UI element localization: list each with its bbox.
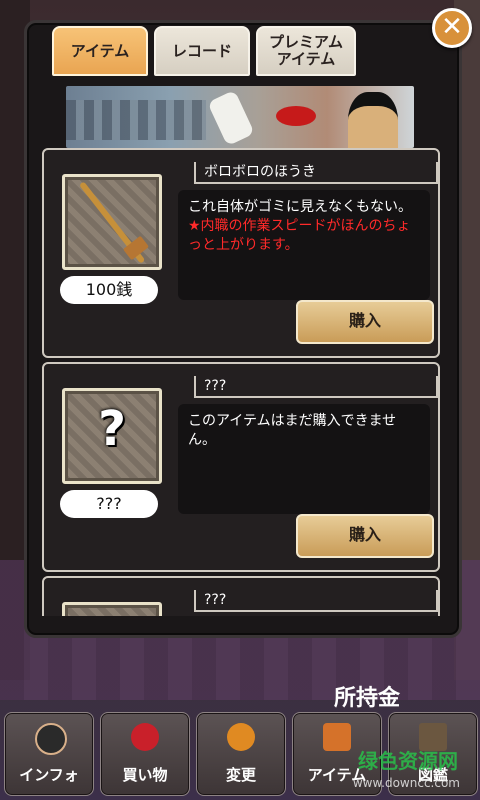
tab-premium-label: プレミアム アイテム	[269, 33, 343, 68]
watermark: 绿色资源网	[358, 749, 458, 773]
nav-info[interactable]: インフォ	[4, 712, 94, 796]
tab-items-label: アイテム	[70, 41, 130, 60]
info-icon	[35, 723, 67, 755]
item-icon	[323, 723, 351, 751]
price-label: ???	[60, 490, 158, 518]
item-name: ???	[194, 590, 438, 612]
item-description: これ自体がゴミに見えなくもない。	[188, 199, 412, 215]
nav-info-label: インフォ	[19, 766, 79, 784]
item-name: ボロボロのほうき	[194, 162, 438, 184]
buy-button[interactable]: 購入	[296, 300, 434, 344]
nav-shopping[interactable]: 買い物	[100, 712, 190, 796]
item-description-box: これ自体がゴミに見えなくもない。 ★内職の作業スピードがほんのちょっと上がります…	[178, 190, 430, 300]
nav-change-label: 変更	[225, 766, 256, 784]
bottle-graphic	[207, 89, 255, 147]
tab-records[interactable]: レコード	[154, 26, 250, 76]
item-card: ???	[42, 576, 440, 616]
item-description: このアイテムはまだ購入できません。	[188, 413, 397, 448]
item-name: ???	[194, 376, 438, 398]
question-icon: ?	[98, 401, 126, 457]
price-label: 100銭	[60, 276, 158, 304]
shelf-graphic	[66, 100, 206, 140]
item-effect: ★内職の作業スピードがほんのちょっと上がります。	[188, 218, 411, 253]
nav-shopping-label: 買い物	[122, 766, 168, 784]
tab-premium-items[interactable]: プレミアム アイテム	[256, 26, 356, 76]
close-button[interactable]: ✕	[432, 8, 472, 48]
watermark-sub: www.downcc.com	[352, 776, 460, 790]
tab-records-label: レコード	[171, 41, 232, 60]
close-icon: ✕	[441, 12, 463, 42]
item-card: 100銭 ボロボロのほうき これ自体がゴミに見えなくもない。 ★内職の作業スピー…	[42, 148, 440, 358]
item-thumbnail: ?	[62, 388, 162, 484]
splat-graphic	[276, 106, 316, 126]
shopping-icon	[131, 723, 159, 751]
shopkeeper-avatar	[348, 92, 398, 148]
buy-button[interactable]: 購入	[296, 514, 434, 558]
header-illustration	[66, 86, 414, 148]
item-description-box: このアイテムはまだ購入できません。	[178, 404, 430, 514]
item-thumbnail	[62, 174, 162, 270]
item-card: ? ??? ??? このアイテムはまだ購入できません。 購入	[42, 362, 440, 572]
item-list[interactable]: 100銭 ボロボロのほうき これ自体がゴミに見えなくもない。 ★内職の作業スピー…	[42, 148, 440, 616]
item-thumbnail	[62, 602, 162, 616]
tab-items[interactable]: アイテム	[52, 26, 148, 76]
nav-change[interactable]: 変更	[196, 712, 286, 796]
change-icon	[227, 723, 255, 751]
